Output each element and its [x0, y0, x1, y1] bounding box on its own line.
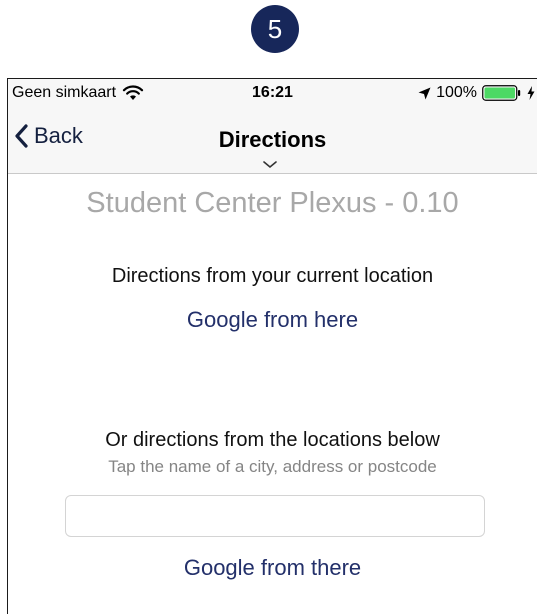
google-from-there-link[interactable]: Google from there: [8, 555, 537, 581]
status-right: 100%: [418, 84, 535, 102]
location-input[interactable]: [65, 495, 485, 537]
place-title: Student Center Plexus - 0.10: [86, 187, 459, 219]
other-location-label: Or directions from the locations below: [105, 429, 440, 451]
status-bar: Geen simkaart 16:21 100%: [8, 79, 537, 109]
charging-bolt-icon: [527, 86, 535, 100]
step-number-badge: 5: [251, 5, 299, 53]
current-location-label: Directions from your current location: [111, 265, 434, 287]
page-title: Directions: [218, 127, 327, 152]
location-arrow-icon: [418, 87, 431, 99]
google-from-here-link[interactable]: Google from here: [8, 307, 537, 333]
chevron-down-icon[interactable]: [263, 161, 277, 169]
location-hint: Tap the name of a city, address or postc…: [108, 457, 437, 476]
phone-screen: Geen simkaart 16:21 100% Back Directions…: [7, 78, 537, 614]
battery-icon: [482, 85, 521, 101]
navigation-bar: Back Directions: [8, 109, 537, 174]
battery-percent: 100%: [436, 84, 477, 101]
